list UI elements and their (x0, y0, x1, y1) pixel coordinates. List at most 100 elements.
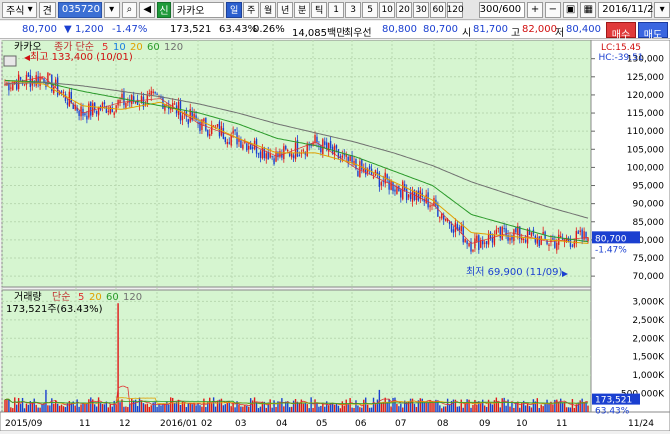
volume-bar (173, 402, 176, 412)
volume-bar (526, 403, 529, 412)
volume-bar (31, 402, 33, 412)
volume-bar (540, 404, 542, 412)
candle-body (450, 224, 453, 232)
volume-bar (587, 405, 589, 412)
volume-bar (337, 405, 340, 412)
candle-body (398, 186, 400, 192)
candle-body (474, 238, 476, 249)
period-tab-3[interactable]: 년 (277, 1, 294, 18)
view-count-field[interactable]: 300/600 (479, 1, 526, 18)
volume-bar (536, 398, 539, 412)
price-tag-value: 80,700 (595, 234, 627, 244)
volume-bar (246, 405, 248, 412)
volume-bar (320, 405, 322, 412)
period-tab-0[interactable]: 일 (226, 1, 243, 18)
candle-body (417, 190, 420, 201)
x-tick-label: 11 (556, 419, 567, 429)
period-tab-8[interactable]: 5 (362, 1, 379, 18)
volume-bar (384, 397, 386, 412)
period-tab-9[interactable]: 10 (379, 1, 396, 18)
candle-body (103, 102, 106, 105)
period-tab-2[interactable]: 월 (260, 1, 277, 18)
period-tab-5[interactable]: 틱 (311, 1, 328, 18)
sell-button[interactable]: 매도 (638, 22, 668, 41)
volume-bar (51, 398, 53, 412)
candle-body (335, 145, 338, 149)
save-icon[interactable]: ▣ (562, 1, 579, 18)
volume-bar (212, 397, 215, 412)
volume-bar (170, 397, 172, 412)
volume-bar (78, 406, 80, 412)
period-tab-7[interactable]: 3 (345, 1, 362, 18)
volume-bar (542, 406, 544, 412)
volume-bar (292, 400, 295, 412)
candle-body (556, 242, 558, 251)
candle-body (491, 237, 494, 243)
volume-bar (154, 401, 156, 412)
period-tab-12[interactable]: 60 (430, 1, 447, 18)
volume-bar (452, 399, 455, 412)
candle-body (140, 95, 143, 103)
candle-body (285, 145, 287, 150)
candle-body (84, 113, 86, 116)
high-price: 82,000 (522, 24, 557, 35)
stock-chart[interactable]: 70,00075,00080,00085,00090,00095,000100,… (0, 39, 670, 432)
market-select[interactable]: 주식 ▾ (2, 1, 37, 18)
grid-icon[interactable]: ▦ (580, 1, 597, 18)
volume-bar (156, 406, 158, 412)
stock-code-input[interactable]: 035720 (57, 1, 102, 18)
candle-body (92, 103, 94, 116)
volume-bar (257, 408, 260, 412)
x-tick-label: 08 (437, 419, 449, 429)
candle-body (583, 231, 585, 240)
volume-bar (308, 408, 310, 412)
magnifier-icon[interactable]: ⌕ (121, 1, 138, 18)
volume-bar (456, 406, 459, 412)
volume-bar (439, 405, 441, 412)
speaker-icon[interactable]: ◀ (139, 1, 156, 18)
volume-bar (472, 404, 474, 412)
open-price: 81,700 (473, 24, 508, 35)
stock-name-field[interactable]: 카카오 (172, 1, 225, 18)
volume-bar (58, 405, 61, 412)
period-tab-13[interactable]: 120 (447, 1, 464, 18)
candle-body (255, 138, 258, 154)
x-tick-label: 2015/09 (5, 419, 43, 429)
volume-bar (495, 397, 498, 412)
volume-bar (306, 404, 308, 412)
period-tab-4[interactable]: 분 (294, 1, 311, 18)
bid-price: 80,700 (423, 24, 458, 35)
volume-bar (304, 403, 306, 412)
candle-body (493, 234, 496, 245)
candle-body (368, 166, 371, 170)
price-tick-label: 110,000 (627, 127, 664, 137)
volume-bar (238, 404, 240, 412)
zoom-in-icon[interactable]: + (527, 1, 543, 18)
candle-body (66, 102, 69, 105)
volume-bar (546, 399, 548, 412)
candle-body (269, 153, 271, 158)
period-tab-11[interactable]: 30 (413, 1, 430, 18)
chart-area[interactable]: 70,000 75,000 80,000 85,000 90,000 95,000 100,… (0, 39, 670, 432)
volume-tag-pct: 63.43% (595, 407, 630, 417)
zoom-out-icon[interactable]: − (544, 1, 561, 18)
volume-bar (339, 408, 342, 412)
period-tab-1[interactable]: 주 (243, 1, 260, 18)
period-tab-6[interactable]: 1 (328, 1, 345, 18)
code-dropdown-icon[interactable]: ▾ (103, 1, 120, 18)
buy-button[interactable]: 매수 (606, 22, 636, 41)
x-tick-label: 2016/01 (160, 419, 197, 429)
candle-body (95, 110, 98, 114)
price-legend-period: 20 (130, 42, 143, 53)
date-field[interactable]: 2016/11/24 (598, 1, 660, 18)
calendar-icon[interactable]: ▾ (654, 1, 670, 18)
volume-bar (376, 399, 379, 412)
period-tab-10[interactable]: 20 (396, 1, 413, 18)
volume-bar (45, 389, 47, 412)
volume-bar (509, 406, 511, 412)
volume-bar (357, 405, 359, 412)
volume-bar (146, 403, 149, 412)
market-mode-button[interactable]: 견 (38, 1, 56, 18)
candle-body (228, 142, 230, 144)
volume-legend-period: 5 (78, 292, 84, 303)
